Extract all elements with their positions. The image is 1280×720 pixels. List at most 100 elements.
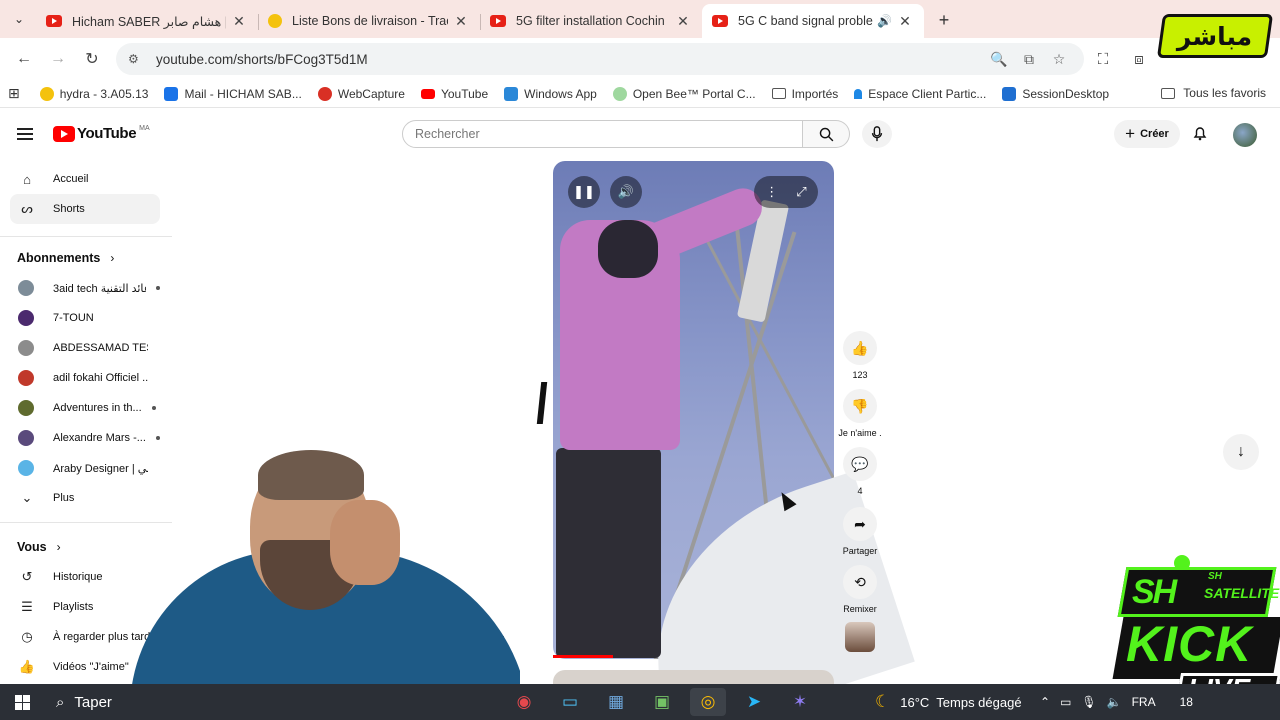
more-options-icon[interactable]: ⋮ bbox=[765, 184, 778, 200]
site-info-icon[interactable]: ⚙ bbox=[128, 52, 146, 66]
weather-widget[interactable]: ☾ 16°C Temps dégagé bbox=[875, 684, 1022, 720]
apps-grid-icon[interactable]: ⊞ bbox=[8, 85, 20, 102]
browser-tab[interactable]: 5G filter installation Cochin ✕ bbox=[480, 4, 702, 38]
all-bookmarks-folder[interactable]: Tous les favoris bbox=[1161, 86, 1266, 100]
subscription-item[interactable]: 3aid tech عائد التقنية bbox=[10, 273, 160, 303]
moon-icon: ☾ bbox=[875, 692, 891, 711]
chevron-up-icon[interactable]: ⌃ bbox=[1040, 695, 1050, 709]
remix-icon: ⟲ bbox=[854, 573, 866, 590]
dislike-label: Je n'aime . bbox=[838, 428, 882, 438]
dislike-button[interactable]: 👎 bbox=[843, 389, 877, 423]
taskbar-app-telegram[interactable]: ➤ bbox=[736, 688, 772, 716]
subscription-item[interactable]: Adventures in th... bbox=[10, 393, 160, 423]
taskbar-app-network[interactable]: ✶ bbox=[782, 688, 818, 716]
bookmark-item[interactable]: WebCapture bbox=[317, 86, 405, 101]
bookmark-item[interactable]: Open Bee™ Portal C... bbox=[612, 86, 756, 101]
hydra-icon bbox=[39, 86, 54, 101]
start-button[interactable] bbox=[0, 684, 44, 720]
back-button[interactable]: ← bbox=[8, 43, 40, 75]
browser-tab-active[interactable]: 5G C band signal problem 🔊 ✕ bbox=[702, 4, 924, 38]
tab-search-button[interactable]: ⌄ bbox=[4, 4, 34, 34]
arrow-left-icon: ← bbox=[16, 50, 32, 67]
search-bar: Rechercher bbox=[402, 120, 850, 148]
browser-tab[interactable]: Hicham SABER هشام صابر | Star ✕ bbox=[36, 4, 258, 38]
bookmark-item[interactable]: Windows App bbox=[504, 86, 597, 101]
you-heading[interactable]: Vous › bbox=[17, 540, 61, 554]
bookmark-item[interactable]: SessionDesktop bbox=[1002, 86, 1109, 101]
remix-button[interactable]: ⟲ bbox=[843, 565, 877, 599]
session-desktop-icon bbox=[1002, 86, 1017, 101]
channel-name: ABDESSAMAD TES... bbox=[53, 342, 148, 354]
webcam-overlay bbox=[120, 430, 520, 684]
more-label: Plus bbox=[53, 492, 75, 504]
clock-fragment[interactable]: 18 bbox=[1180, 695, 1193, 709]
video-progress-bar[interactable] bbox=[553, 655, 613, 658]
plus-icon: + bbox=[938, 9, 950, 30]
voice-search-button[interactable] bbox=[862, 120, 892, 148]
bookmark-label: Espace Client Partic... bbox=[868, 86, 987, 101]
close-icon[interactable]: ✕ bbox=[896, 13, 914, 30]
taskbar-app-obs[interactable]: ◉ bbox=[506, 688, 542, 716]
zoom-icon[interactable]: 🔍 bbox=[984, 51, 1014, 68]
share-button[interactable]: ➦ bbox=[843, 507, 877, 541]
subscription-item[interactable]: ABDESSAMAD TES... bbox=[10, 333, 160, 363]
youtube-logo[interactable]: YouTube MA bbox=[53, 125, 150, 142]
subscription-item[interactable]: adil fokahi Officiel ... bbox=[10, 363, 160, 393]
player-controls-group: ⋮ ⤢ bbox=[754, 176, 818, 208]
microphone-icon[interactable]: 🎙 bbox=[1081, 695, 1096, 709]
search-input[interactable]: Rechercher bbox=[402, 120, 803, 148]
search-button[interactable] bbox=[803, 120, 850, 148]
taskbar-app-chrome[interactable]: ◎ bbox=[690, 688, 726, 716]
notifications-bell-icon[interactable] bbox=[1192, 125, 1208, 144]
close-icon[interactable]: ✕ bbox=[230, 13, 248, 30]
create-button[interactable]: + Créer bbox=[1114, 120, 1180, 148]
extension-icon[interactable]: ⛶ bbox=[1086, 43, 1120, 75]
taskbar-search[interactable]: ⌕ Taper bbox=[46, 684, 136, 720]
volume-icon[interactable]: 🔈 bbox=[1107, 695, 1122, 709]
next-short-button[interactable]: ↓ bbox=[1223, 434, 1259, 470]
taskbar-app-calculator[interactable]: ▦ bbox=[598, 688, 634, 716]
audio-source-thumbnail[interactable] bbox=[845, 622, 875, 652]
subscriptions-heading[interactable]: Abonnements › bbox=[17, 251, 114, 265]
new-tab-button[interactable]: + bbox=[930, 6, 958, 34]
sidebar-item-shorts[interactable]: ᔕ Shorts bbox=[10, 194, 160, 224]
network-icon[interactable]: ▭ bbox=[1060, 695, 1071, 709]
speaker-icon[interactable]: 🔊 bbox=[877, 14, 892, 28]
like-button[interactable]: 👍 bbox=[843, 331, 877, 365]
language-indicator[interactable]: FRA bbox=[1132, 695, 1156, 709]
close-icon[interactable]: ✕ bbox=[674, 13, 692, 30]
taskbar-app-excel[interactable]: ▣ bbox=[644, 688, 680, 716]
bookmark-item[interactable]: YouTube bbox=[420, 87, 488, 101]
star-icon[interactable]: ☆ bbox=[1044, 51, 1074, 68]
channel-avatar bbox=[18, 370, 34, 386]
close-icon[interactable]: ✕ bbox=[452, 13, 470, 30]
address-bar[interactable]: ⚙ youtube.com/shorts/bFCog3T5d1M 🔍 ⧉ ☆ bbox=[116, 43, 1084, 75]
channel-name: adil fokahi Officiel ... bbox=[53, 372, 148, 384]
account-avatar[interactable] bbox=[1233, 123, 1257, 147]
volume-button[interactable]: 🔊 bbox=[610, 176, 642, 208]
bookmark-folder[interactable]: Importés bbox=[771, 86, 839, 101]
arrow-right-icon: → bbox=[50, 50, 66, 67]
bookmark-item[interactable]: Espace Client Partic... bbox=[854, 87, 986, 101]
bookmark-label: Importés bbox=[791, 86, 839, 101]
bookmark-label: Windows App bbox=[524, 86, 597, 101]
reload-button[interactable]: ↻ bbox=[76, 43, 108, 75]
spreadsheet-icon: ▣ bbox=[653, 692, 671, 711]
puzzle-icon[interactable]: ⧈ bbox=[1122, 43, 1156, 75]
install-app-icon[interactable]: ⧉ bbox=[1014, 51, 1044, 68]
menu-icon[interactable] bbox=[17, 128, 33, 140]
comments-button[interactable]: 💬 bbox=[843, 447, 877, 481]
forward-button[interactable]: → bbox=[42, 43, 74, 75]
sidebar-item-home[interactable]: ⌂ Accueil bbox=[10, 164, 160, 194]
pause-button[interactable]: ❚❚ bbox=[568, 176, 600, 208]
comment-icon: 💬 bbox=[851, 455, 869, 472]
url-text[interactable]: youtube.com/shorts/bFCog3T5d1M bbox=[156, 52, 984, 67]
taskbar-app-desktop[interactable]: ▭ bbox=[552, 688, 588, 716]
bookmark-item[interactable]: Mail - HICHAM SAB... bbox=[164, 86, 302, 101]
bookmark-item[interactable]: hydra - 3.A05.13 bbox=[39, 86, 148, 101]
dislike-action: 👎 Je n'aime . bbox=[838, 389, 882, 438]
subscription-item[interactable]: 7-TOUN bbox=[10, 303, 160, 333]
fullscreen-icon[interactable]: ⤢ bbox=[796, 184, 806, 200]
browser-tab[interactable]: Liste Bons de livraison - TrackyG ✕ bbox=[258, 4, 480, 38]
sidebar-item-label: Accueil bbox=[53, 173, 89, 185]
